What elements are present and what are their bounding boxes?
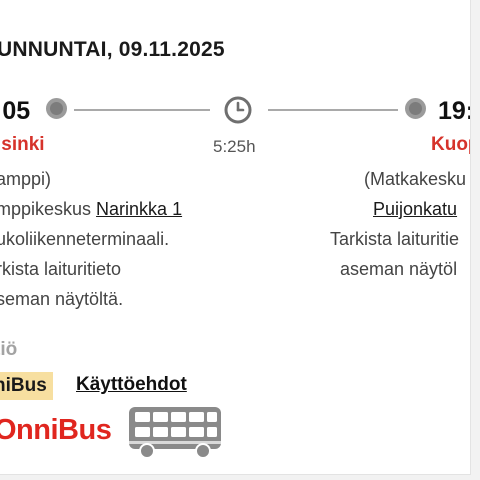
departure-dot-icon [46, 98, 67, 119]
arrival-note: Tarkista laituritie [330, 229, 460, 249]
arrival-note: aseman näytöl [340, 259, 458, 279]
terms-link[interactable]: Käyttöehdot [76, 374, 187, 396]
operator-section-label: tiö [0, 339, 18, 360]
departure-city: lsinki [0, 134, 45, 155]
departure-stop: mppikeskus Narinkka 1 [0, 194, 182, 224]
timeline-line [268, 109, 398, 111]
departure-note: seman näytöltä. [0, 289, 124, 309]
trip-date: UNNUNTAI, 09.11.2025 [0, 38, 225, 61]
arrival-city: Kuop [431, 134, 470, 155]
timeline-line [74, 109, 210, 111]
trip-card: UNNUNTAI, 09.11.2025 :05 19:3 lsinki 5:2… [0, 0, 471, 475]
arrival-dot-icon [405, 98, 426, 119]
arrival-time: 19:3 [438, 97, 470, 125]
departure-stop-prefix: mppikeskus [0, 199, 97, 219]
double-decker-bus-icon [129, 407, 221, 459]
trip-duration: 5:25h [213, 137, 256, 156]
arrival-stop: Puijonkatu [373, 194, 457, 224]
departure-time: :05 [0, 97, 31, 125]
arrival-station: (Matkakesku [364, 169, 467, 189]
operator-logo: OnniBus [0, 414, 112, 446]
departure-note: rkista laituritieto [0, 259, 122, 279]
departure-stop-link[interactable]: Narinkka 1 [96, 199, 182, 219]
clock-icon [224, 96, 252, 124]
arrival-stop-link[interactable]: Puijonkatu [373, 199, 457, 219]
operator-name-chip: niBus [0, 372, 53, 400]
departure-note: ukoliikenneterminaali. [0, 229, 170, 249]
departure-station: amppi) [0, 169, 52, 189]
